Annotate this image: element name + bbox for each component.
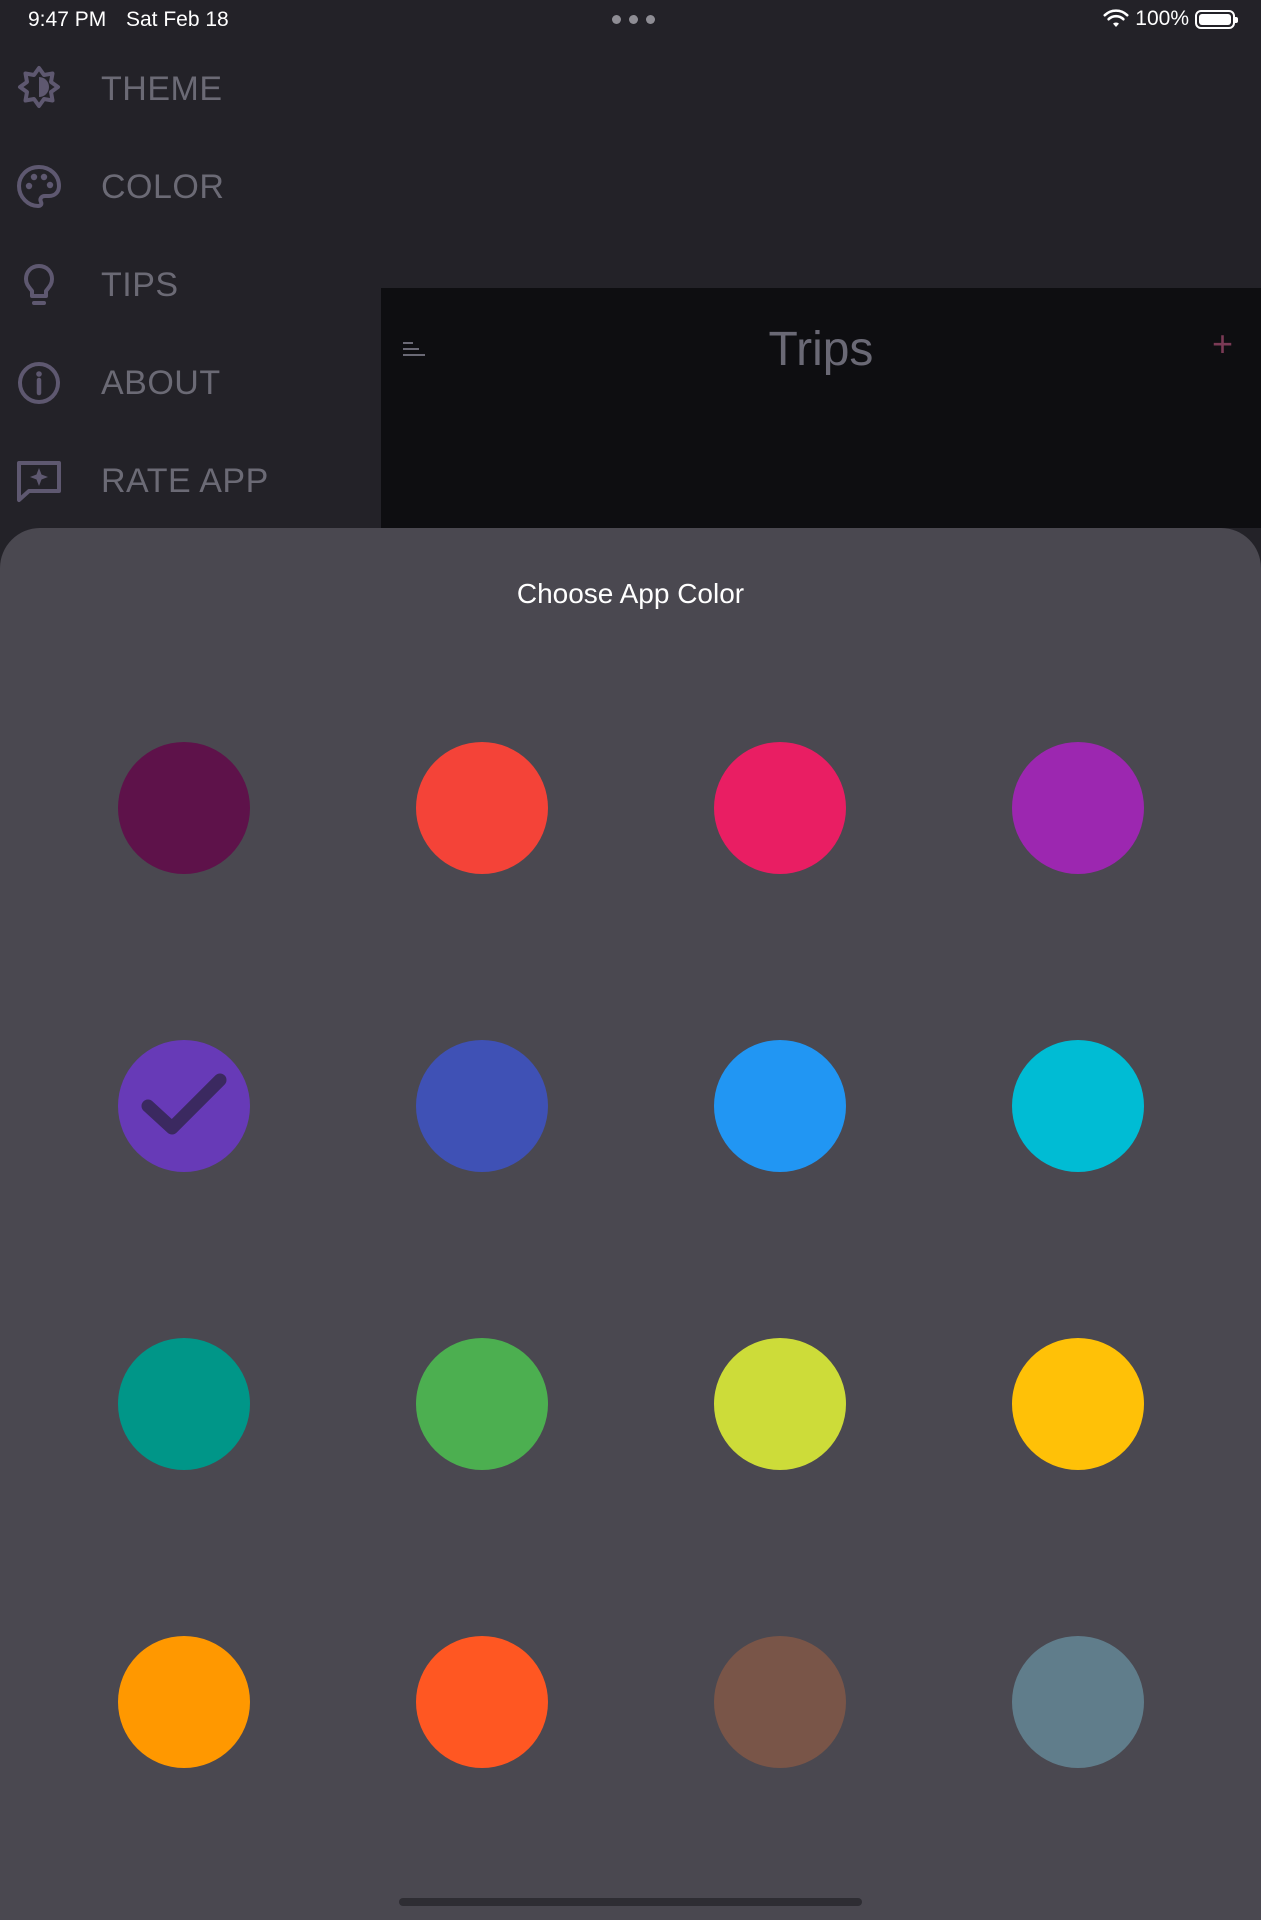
sidebar-item-label: TIPS [101, 265, 179, 304]
rate-feedback-icon [17, 461, 61, 502]
sidebar-item-label: COLOR [101, 167, 225, 206]
color-swatch[interactable] [714, 742, 846, 874]
color-swatch[interactable] [714, 1338, 846, 1470]
sidebar-item-about[interactable]: ABOUT [0, 334, 380, 432]
info-icon [18, 362, 60, 404]
color-swatch[interactable] [416, 1338, 548, 1470]
sidebar-item-label: RATE APP [101, 461, 269, 500]
color-picker-sheet: Choose App Color [0, 528, 1261, 1920]
status-time: 9:47 PM [28, 8, 107, 31]
color-swatch-grid [118, 742, 1144, 1768]
lightbulb-icon [24, 264, 54, 305]
color-swatch[interactable] [118, 742, 250, 874]
color-swatch[interactable] [416, 742, 548, 874]
battery-icon [1195, 9, 1238, 29]
add-trip-button[interactable]: + [1212, 326, 1233, 362]
sidebar-menu: THEME COLOR TIPS ABOUT RATE APP [0, 40, 380, 530]
color-swatch[interactable] [118, 1338, 250, 1470]
sidebar-item-label: THEME [101, 69, 223, 108]
status-bar: 9:47 PM Sat Feb 18 100% [0, 0, 1261, 40]
color-swatch[interactable] [416, 1636, 548, 1768]
color-swatch[interactable] [416, 1040, 548, 1172]
battery-percentage: 100% [1135, 7, 1189, 30]
sidebar-item-label: ABOUT [101, 363, 221, 402]
color-swatch[interactable] [714, 1040, 846, 1172]
color-swatch-selected[interactable] [118, 1040, 250, 1172]
status-date: Sat Feb 18 [126, 8, 229, 31]
color-swatch[interactable] [1012, 1040, 1144, 1172]
trips-panel: Trips + [381, 288, 1261, 528]
color-swatch[interactable] [714, 1636, 846, 1768]
checkmark-icon [141, 1073, 227, 1135]
color-swatch[interactable] [1012, 742, 1144, 874]
sheet-title: Choose App Color [516, 578, 745, 609]
color-swatch[interactable] [1012, 1338, 1144, 1470]
status-indicators: 100% [1103, 7, 1238, 31]
color-swatch[interactable] [118, 1636, 250, 1768]
palette-icon [17, 165, 61, 208]
wifi-icon [1103, 9, 1129, 27]
color-swatch[interactable] [1012, 1636, 1144, 1768]
multitasking-dots-icon[interactable] [612, 15, 655, 24]
sidebar-item-tips[interactable]: TIPS [0, 236, 380, 334]
home-indicator [399, 1898, 862, 1906]
sidebar-item-theme[interactable]: THEME [0, 40, 380, 138]
brightness-icon [18, 66, 60, 108]
sidebar-item-color[interactable]: COLOR [0, 138, 380, 236]
sidebar-item-rate-app[interactable]: RATE APP [0, 432, 380, 530]
page-title: Trips [768, 323, 874, 376]
